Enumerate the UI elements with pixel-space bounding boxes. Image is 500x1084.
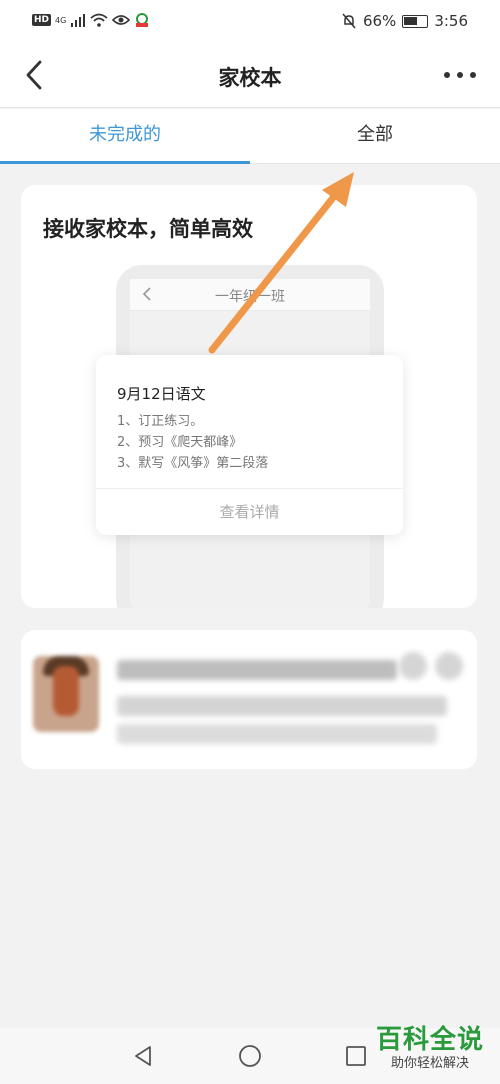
watermark: 百科全说 助你轻松解决 [372,1024,488,1076]
network-label: 4G [55,15,67,25]
status-left: HD 4G [32,12,150,28]
homework-list: 1、订正练习。 2、预习《爬天都峰》 3、默写《风筝》第二段落 [117,411,268,474]
bell-muted-icon [342,13,356,29]
homework-card: 9月12日语文 1、订正练习。 2、预习《爬天都峰》 3、默写《风筝》第二段落 … [96,355,403,535]
tab-incomplete[interactable]: 未完成的 [0,109,250,164]
status-time: 3:56 [434,12,468,30]
message-card[interactable] [21,630,477,769]
watermark-sub: 助你轻松解决 [390,1056,469,1071]
promo-card-title: 接收家校本，简单高效 [43,217,253,241]
blurred-icons [399,652,463,680]
wifi-icon [90,13,108,27]
circle-home-icon[interactable] [238,1044,262,1068]
app-notification-icon [136,13,149,27]
status-right: 66% 3:56 [341,12,468,30]
page-title: 家校本 [218,66,282,90]
blurred-text-line [117,696,447,716]
watermark-main: 百科全说 [375,1025,484,1055]
blurred-text-line [117,724,437,744]
tab-bar: 未完成的 全部 [0,109,500,164]
nav-bar: 家校本 [0,42,500,108]
tab-all[interactable]: 全部 [250,109,500,163]
phone-class-title: 一年级一班 [215,289,285,305]
homework-item: 2、预习《爬天都峰》 [117,435,243,450]
homework-item: 3、默写《风筝》第二段落 [117,456,269,471]
promo-card: 接收家校本，简单高效 一年级一班 9月12日语文 1、订正练习。 2、预习《爬天… [21,185,477,608]
more-dots-icon[interactable] [442,64,478,86]
eye-icon [112,15,131,25]
blurred-text-line [117,660,397,680]
homework-item: 1、订正练习。 [117,414,204,429]
avatar [33,656,99,732]
signal-icon [71,14,86,27]
divider [96,488,403,489]
hd-badge: HD [32,14,52,26]
battery-icon [402,14,429,28]
phone-header: 一年级一班 [130,279,370,311]
view-details-link[interactable]: 查看详情 [96,501,403,522]
triangle-back-icon[interactable] [131,1044,155,1068]
battery-percent: 66% [362,12,397,30]
square-recent-icon[interactable] [344,1044,368,1068]
status-bar: HD 4G 66% 3:56 [0,0,500,42]
homework-date-subject: 9月12日语文 [117,385,206,403]
